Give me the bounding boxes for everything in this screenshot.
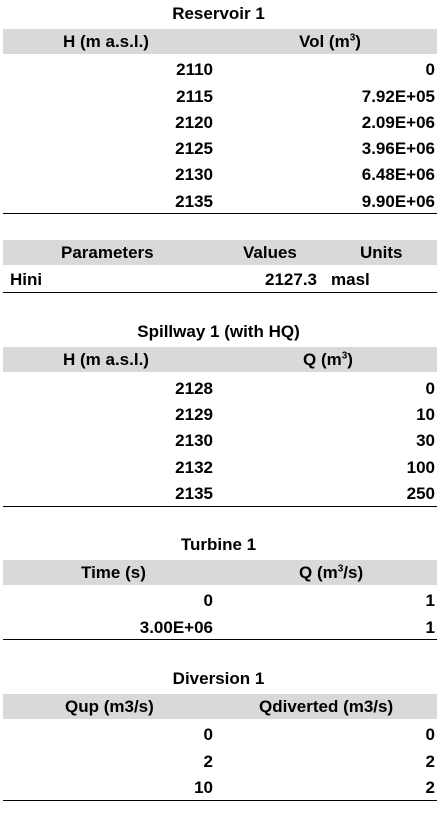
reservoir-vol-cell: 3.96E+06 (361, 139, 435, 158)
parameter-unit-cell: masl (331, 270, 370, 289)
reservoir-vol-cell: 2.09E+06 (361, 113, 435, 132)
turbine-col-q: Q (m3/s) (299, 563, 363, 583)
reservoir-col-vol-text: Vol (m (299, 32, 350, 51)
parameters-col-param: Parameters (61, 243, 154, 262)
diversion-bottom-rule (3, 800, 437, 801)
reservoir-h-cell: 2130 (175, 165, 213, 184)
reservoir-vol-cell: 0 (425, 60, 435, 79)
diversion-qup-cell: 10 (194, 778, 213, 797)
diversion-qup-cell: 0 (203, 725, 213, 744)
table-row: 3.00E+06 1 (0, 618, 437, 644)
reservoir-col-h: H (m a.s.l.) (63, 32, 149, 51)
table-row: 2120 2.09E+06 (0, 113, 437, 139)
turbine-col-q-text: Q (m (299, 563, 338, 582)
diversion-title: Diversion 1 (172, 669, 265, 688)
spillway-q-cell: 30 (416, 431, 435, 450)
spillway-h-cell: 2129 (175, 405, 213, 424)
diversion-qup-cell: 2 (203, 752, 213, 771)
spillway-col-h: H (m a.s.l.) (63, 350, 149, 369)
spillway-bottom-rule (3, 506, 437, 507)
spillway-q-cell: 250 (406, 484, 435, 503)
turbine-time-cell: 0 (203, 591, 213, 610)
diversion-header: Qup (m3/s) Qdiverted (m3/s) (3, 694, 437, 719)
parameters-col-units: Units (360, 243, 403, 262)
turbine-title: Turbine 1 (180, 535, 257, 554)
diversion-qdiverted-cell: 2 (425, 778, 435, 797)
parameters-col-values: Values (243, 243, 297, 262)
reservoir-h-cell: 2110 (176, 60, 213, 79)
reservoir-h-cell: 2115 (176, 87, 213, 106)
spillway-col-q-text: Q (m (303, 350, 342, 369)
reservoir-h-cell: 2125 (175, 139, 213, 158)
diversion-qdiverted-cell: 2 (425, 752, 435, 771)
parameters-bottom-rule (3, 292, 437, 293)
diversion-col-qdiverted: Qdiverted (m3/s) (259, 697, 394, 716)
table-row: 2130 6.48E+06 (0, 165, 437, 191)
table-row: 2135 9.90E+06 (0, 192, 437, 218)
table-row: 2125 3.96E+06 (0, 139, 437, 165)
spillway-q-cell: 10 (416, 405, 435, 424)
turbine-bottom-rule (3, 639, 437, 640)
table-row: 0 0 (0, 725, 437, 751)
diversion-qdiverted-cell: 0 (425, 725, 435, 744)
table-row: 2 2 (0, 752, 437, 778)
table-row: 2115 7.92E+05 (0, 87, 437, 113)
spillway-col-q: Q (m3) (303, 350, 353, 370)
turbine-time-cell: 3.00E+06 (139, 618, 213, 637)
spillway-h-cell: 2135 (175, 484, 213, 503)
table-row: 2130 30 (0, 431, 437, 457)
turbine-q-cell: 1 (425, 618, 435, 637)
spillway-header: H (m a.s.l.) Q (m3) (3, 347, 437, 372)
reservoir-vol-cell: 9.90E+06 (361, 192, 435, 211)
spillway-title: Spillway 1 (with HQ) (137, 322, 300, 341)
reservoir-header: H (m a.s.l.) Vol (m3) (3, 29, 437, 54)
reservoir-bottom-rule (3, 213, 437, 214)
spillway-h-cell: 2130 (175, 431, 213, 450)
table-row: 2128 0 (0, 379, 437, 405)
table-row: 0 1 (0, 591, 437, 617)
table-row: 2129 10 (0, 405, 437, 431)
turbine-col-time: Time (s) (81, 563, 146, 582)
reservoir-h-cell: 2120 (175, 113, 213, 132)
turbine-col-q-end: /s) (343, 563, 364, 582)
diversion-col-qup: Qup (m3/s) (65, 697, 154, 716)
turbine-q-cell: 1 (425, 591, 435, 610)
reservoir-vol-cell: 6.48E+06 (361, 165, 435, 184)
reservoir-h-cell: 2135 (175, 192, 213, 211)
reservoir-col-vol: Vol (m3) (299, 32, 361, 52)
spillway-q-cell: 0 (425, 379, 435, 398)
spillway-h-cell: 2132 (175, 458, 213, 477)
parameters-header: Parameters Values Units (3, 240, 437, 265)
spillway-col-q-end: ) (347, 350, 353, 369)
reservoir-col-vol-end: ) (355, 32, 361, 51)
table-row: 2110 0 (0, 60, 437, 86)
reservoir-vol-cell: 7.92E+05 (361, 87, 435, 106)
spillway-q-cell: 100 (406, 458, 435, 477)
spillway-h-cell: 2128 (175, 379, 213, 398)
parameter-value-cell: 2127.3 (265, 270, 317, 289)
turbine-header: Time (s) Q (m3/s) (3, 560, 437, 585)
parameter-name-cell: Hini (10, 270, 43, 289)
reservoir-title: Reservoir 1 (172, 4, 265, 23)
table-row: 2132 100 (0, 458, 437, 484)
